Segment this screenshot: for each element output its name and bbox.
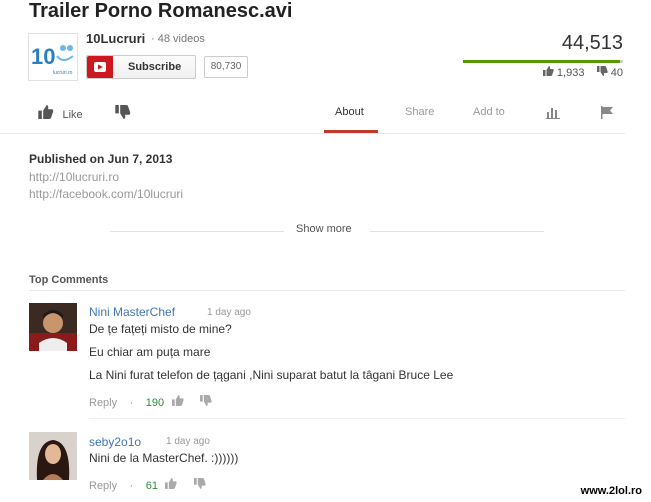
subscriber-count: 80,730 (204, 56, 248, 78)
channel-logo-number: 10 (31, 44, 55, 69)
watermark: www.2lol.ro (577, 484, 645, 498)
comment-line: Eu chiar am puța mare (89, 345, 211, 359)
channel-video-count: · 48 videos (151, 33, 205, 45)
comment-author[interactable]: Nini MasterChef (89, 305, 175, 319)
action-bar-divider (0, 133, 625, 134)
like-ratio-bar (463, 60, 623, 63)
description-link-site[interactable]: http://10lucruri.ro (29, 170, 119, 184)
comment-line: La Nini furat telefon de țągani ,Nini su… (89, 368, 454, 382)
channel-logo-icon: 10 lucruri.ro (31, 44, 74, 76)
tab-report[interactable] (601, 106, 614, 124)
dislike-count: 40 (610, 67, 623, 79)
video-title: Trailer Porno Romanesc.avi (29, 0, 293, 22)
bar-chart-icon (546, 106, 560, 124)
dislike-button[interactable] (115, 105, 131, 124)
flag-icon (601, 106, 614, 124)
comments-heading: Top Comments (29, 274, 109, 286)
like-button-label: Like (62, 108, 83, 121)
separator-dot: · (129, 397, 134, 409)
comments-divider (29, 290, 625, 291)
thumbs-down-icon[interactable] (199, 393, 212, 411)
tab-add-to[interactable]: Add to (473, 106, 505, 118)
thumbs-up-icon (542, 66, 554, 79)
comment-like-count: 190 (145, 397, 165, 409)
comment-author[interactable]: seby2o1o (89, 435, 141, 449)
show-more-button[interactable]: Show more (296, 223, 352, 235)
separator-dot: · (129, 480, 134, 492)
comment-time[interactable]: 1 day ago (207, 307, 251, 318)
thumbs-up-icon[interactable] (171, 393, 184, 411)
youtube-play-icon (87, 56, 113, 78)
thumbs-up-icon (38, 105, 54, 124)
like-ratio-fill (463, 60, 620, 63)
comment-line: De țe fațeți misto de mine? (89, 322, 232, 336)
channel-logo[interactable]: 10 lucruri.ro (28, 33, 78, 81)
comment-time[interactable]: 1 day ago (166, 436, 210, 447)
thumbs-down-icon (596, 66, 608, 79)
show-more-line-left (110, 231, 284, 232)
thumbs-up-icon[interactable] (165, 476, 178, 494)
like-count: 1,933 (556, 67, 585, 79)
comment-divider (89, 418, 625, 419)
published-date: Published on Jun 7, 2013 (29, 152, 173, 166)
comment-actions: Reply · 190 (89, 393, 212, 411)
reply-button[interactable]: Reply (89, 480, 117, 492)
tab-share[interactable]: Share (405, 106, 434, 118)
view-count: 44,513 (561, 32, 623, 54)
description-link-facebook[interactable]: http://facebook.com/10lucruri (29, 187, 183, 201)
thumbs-down-icon (115, 105, 131, 124)
subscribe-button[interactable]: Subscribe (86, 55, 196, 79)
channel-name[interactable]: 10Lucruri (86, 31, 145, 46)
tab-stats[interactable] (546, 106, 560, 124)
reply-button[interactable]: Reply (89, 397, 117, 409)
avatar[interactable] (29, 432, 77, 480)
like-button[interactable]: Like (38, 105, 83, 124)
channel-logo-subtext: lucruri.ro (53, 70, 73, 76)
like-dislike-summary: 1,933 40 (542, 66, 623, 79)
comment-line: Nini de la MasterChef. :)))))) (89, 451, 239, 465)
comment-like-count: 61 (145, 480, 158, 492)
thumbs-down-icon[interactable] (193, 476, 206, 494)
tab-about[interactable]: About (335, 106, 364, 118)
show-more-line-right (370, 231, 544, 232)
subscribe-label: Subscribe (128, 61, 182, 73)
comment-actions: Reply · 61 (89, 476, 206, 494)
avatar[interactable] (29, 303, 77, 351)
